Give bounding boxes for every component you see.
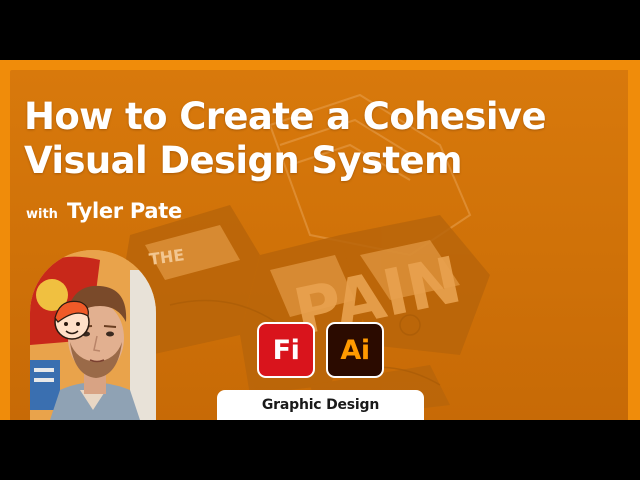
adobe-fresco-icon: Fi <box>257 322 315 378</box>
instructor-photo <box>30 250 156 420</box>
adobe-illustrator-icon: Ai <box>326 322 384 378</box>
video-title: How to Create a Cohesive Visual Design S… <box>24 95 624 183</box>
illustrator-icon-label: Ai <box>340 334 370 366</box>
title-line-2: Visual Design System <box>24 139 463 182</box>
category-badge[interactable]: Graphic Design <box>217 390 424 420</box>
video-thumbnail[interactable]: THE PAIN How to Create a Cohesive Visual… <box>0 0 640 480</box>
category-label: Graphic Design <box>261 397 380 413</box>
fresco-icon-label: Fi <box>272 334 300 366</box>
byline-prefix: with <box>26 207 58 222</box>
instructor-byline: with Tyler Pate <box>26 199 182 223</box>
cartoon-sticker-icon <box>54 300 90 340</box>
instructor-name: Tyler Pate <box>67 199 182 223</box>
title-line-1: How to Create a Cohesive <box>24 95 547 138</box>
instructor-avatar <box>30 250 156 420</box>
